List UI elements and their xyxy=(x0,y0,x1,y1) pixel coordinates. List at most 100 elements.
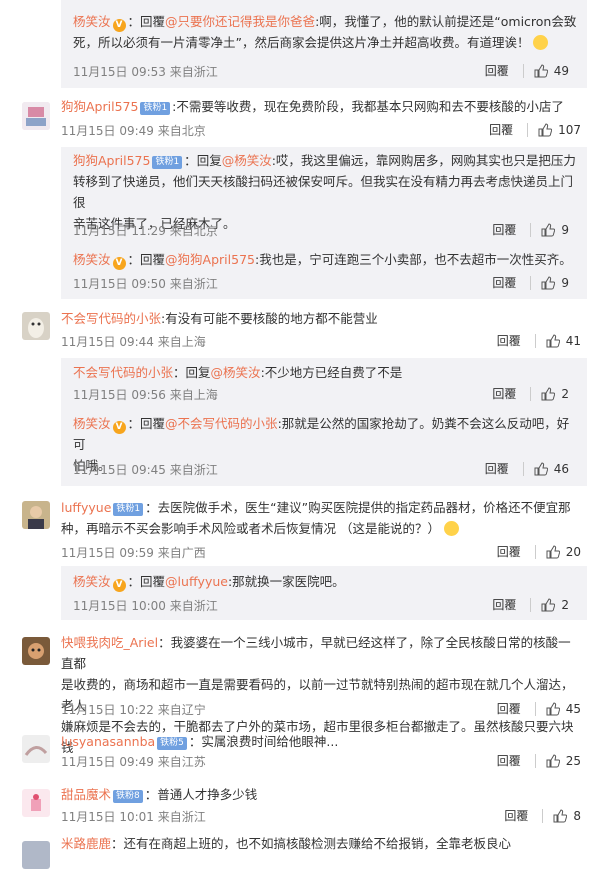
like-icon[interactable] xyxy=(541,275,556,290)
reply-prefix: 回覆 xyxy=(140,252,166,267)
like-icon[interactable] xyxy=(541,597,556,612)
divider xyxy=(534,544,536,559)
like-icon[interactable] xyxy=(546,333,560,348)
like-icon[interactable] xyxy=(546,753,560,768)
avatar-image-icon xyxy=(22,789,50,817)
reply-body-2: 死，所以必须有一片清零净土”，然后商家会提供这片净土并超高收费。有道理诶！ xyxy=(73,35,530,50)
timestamp: 11月15日 10:22 来自辽宁 xyxy=(61,703,206,717)
reply-button[interactable]: 回覆 xyxy=(492,596,516,613)
like-icon[interactable] xyxy=(534,63,548,78)
like-count: 2 xyxy=(561,597,569,612)
comment-text: 米路鹿鹿：还有在商超上班的，也不如搞核酸检测去赚给不给报销，全靠老板良心 xyxy=(61,833,581,854)
like-icon[interactable] xyxy=(541,386,556,401)
user-name[interactable]: 狗狗April575 xyxy=(61,99,138,114)
reply-body: :哎，我这里偏远，靠网购居多，网购其实也只是把压力 xyxy=(271,153,576,168)
reply-button[interactable]: 回覆 xyxy=(504,807,528,824)
user-name[interactable]: 狗狗April575 xyxy=(73,153,150,168)
like-icon[interactable] xyxy=(546,701,560,716)
reply-body-2: 转移到了快递员，他们天天核酸扫码还被保安呵斥。但我实在没有精力再去考虑快递员上门… xyxy=(73,174,574,210)
comment-actions: 回覆 107 xyxy=(489,121,581,138)
mention-link[interactable]: @狗狗April575 xyxy=(165,252,255,267)
comment-list: 杨笑汝 V ：回覆@只要你还记得我是你爸爸:啊，我懂了，他的默认前提还是“omicr… xyxy=(0,0,600,869)
reply-button[interactable]: 回覆 xyxy=(492,385,516,402)
reply-body: :我也是，宁可连跑三个小卖部，也不去超市一次性买齐。 xyxy=(254,252,572,267)
reply-body: :啊，我懂了，他的默认前提还是“omicron会致 xyxy=(315,14,577,29)
reply-button[interactable]: 回覆 xyxy=(492,221,516,238)
reply-prefix: 回复 xyxy=(185,365,211,380)
reply-button[interactable]: 回覆 xyxy=(497,543,521,560)
avatar[interactable] xyxy=(22,841,50,869)
avatar-image-icon xyxy=(22,841,50,869)
like-count: 9 xyxy=(561,222,569,237)
like-icon[interactable] xyxy=(553,808,568,823)
comment-actions: 回覆 41 xyxy=(497,332,581,349)
avatar[interactable] xyxy=(22,735,50,763)
comment-text: 狗狗April575 铁粉1:不需要等收费，现在免费阶段，我都基本只网购和去不要核… xyxy=(61,96,581,117)
reply-button[interactable]: 回覆 xyxy=(492,274,516,291)
avatar[interactable] xyxy=(22,637,50,665)
avatar[interactable] xyxy=(22,501,50,529)
avatar[interactable] xyxy=(22,312,50,340)
user-name[interactable]: 不会写代码的小张 xyxy=(61,311,161,326)
fan-badge: 铁粉1 xyxy=(152,156,183,169)
reply-prefix: 回复 xyxy=(196,153,222,168)
reply-prefix: 回覆 xyxy=(140,416,166,431)
emoji-icon xyxy=(443,521,459,536)
like-count: 20 xyxy=(565,544,581,559)
like-icon[interactable] xyxy=(538,122,553,137)
like-icon[interactable] xyxy=(546,544,560,559)
timestamp: 11月15日 10:00 来自浙江 xyxy=(73,599,218,613)
like-count: 9 xyxy=(561,275,569,290)
avatar-image-icon xyxy=(22,102,50,130)
user-name[interactable]: 杨笑汝 xyxy=(73,252,111,267)
comment-actions: 回覆 9 xyxy=(492,274,569,291)
like-icon[interactable] xyxy=(541,222,556,237)
timestamp: 11月15日 09:56 来自上海 xyxy=(73,388,218,402)
comment-text: 不会写代码的小张:有没有可能不要核酸的地方都不能营业 xyxy=(61,308,581,329)
comment-body: :不需要等收费，现在免费阶段，我都基本只网购和去不要核酸的小店了 xyxy=(172,99,564,114)
divider xyxy=(530,222,532,237)
timestamp: 11月15日 09:59 来自广西 xyxy=(61,546,206,560)
vip-badge-icon: V xyxy=(112,19,126,32)
reply-button[interactable]: 回覆 xyxy=(489,121,513,138)
mention-link[interactable]: @杨笑汝 xyxy=(222,153,272,168)
mention-link[interactable]: @luffyyue xyxy=(165,574,228,589)
user-name[interactable]: 杨笑汝 xyxy=(73,574,111,589)
comment-actions: 回覆 2 xyxy=(492,596,569,613)
avatar[interactable] xyxy=(22,789,50,817)
user-name[interactable]: 快喂我肉吃_Ariel xyxy=(61,635,158,650)
like-count: 8 xyxy=(573,808,581,823)
reply-button[interactable]: 回覆 xyxy=(497,332,521,349)
comment-actions: 回覆 45 xyxy=(497,700,581,717)
reply-button[interactable]: 回覆 xyxy=(497,700,521,717)
user-name[interactable]: 甜品魔术 xyxy=(61,787,111,802)
avatar[interactable] xyxy=(22,102,50,130)
reply-text: 不会写代码的小张：回复@杨笑汝:不少地方已经自费了不是 xyxy=(73,365,403,380)
user-name[interactable]: lusyanasannba xyxy=(61,734,155,749)
reply-button[interactable]: 回覆 xyxy=(497,752,521,769)
comment-actions: 回覆 25 xyxy=(497,752,581,769)
fan-badge: 铁粉1 xyxy=(140,102,171,115)
user-name[interactable]: 杨笑汝 xyxy=(73,14,111,29)
user-name[interactable]: 不会写代码的小张 xyxy=(73,365,173,380)
reply-button[interactable]: 回覆 xyxy=(485,62,509,79)
timestamp: 11月15日 09:49 来自北京 xyxy=(61,124,206,138)
mention-link[interactable]: @杨笑汝 xyxy=(211,365,261,380)
reply-prefix: 回覆 xyxy=(140,14,166,29)
comment-actions: 回覆 9 xyxy=(492,221,569,238)
user-name[interactable]: luffyyue xyxy=(61,500,111,515)
user-name[interactable]: 杨笑汝 xyxy=(73,416,111,431)
reply-text: 杨笑汝 V ：回覆@luffyyue:那就换一家医院吧。 xyxy=(73,574,345,592)
divider xyxy=(534,333,536,348)
mention-link[interactable]: @不会写代码的小张 xyxy=(165,416,278,431)
mention-link[interactable]: @只要你还记得我是你爸爸 xyxy=(165,14,315,29)
reply-text: 杨笑汝 V ：回覆@只要你还记得我是你爸爸:啊，我懂了，他的默认前提还是“omicr… xyxy=(73,14,577,50)
reply-button[interactable]: 回覆 xyxy=(485,460,509,477)
comment-actions: 回覆 49 xyxy=(485,62,569,79)
timestamp: 11月15日 11:29 来自北京 xyxy=(73,224,218,238)
reply-text: 杨笑汝 V ：回覆@狗狗April575:我也是，宁可连跑三个小卖部，也不去超市一次… xyxy=(73,252,572,270)
like-icon[interactable] xyxy=(534,461,548,476)
timestamp: 11月15日 09:53 来自浙江 xyxy=(73,65,218,79)
comment-actions: 回覆 2 xyxy=(492,385,569,402)
reply-prefix: 回覆 xyxy=(140,574,166,589)
